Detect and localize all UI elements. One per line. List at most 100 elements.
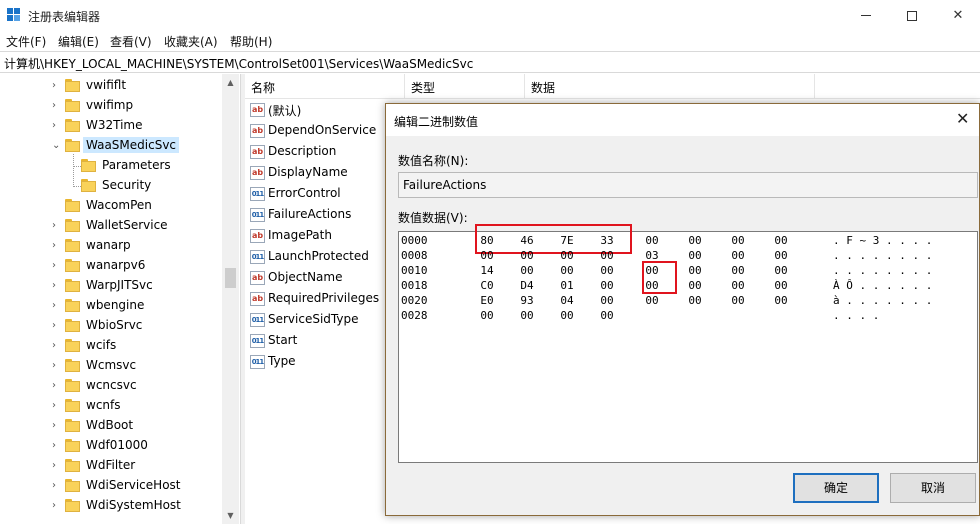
hex-byte[interactable]: 00	[770, 264, 792, 277]
hex-byte[interactable]: 93	[516, 294, 538, 307]
chevron-right-icon[interactable]: ›	[52, 240, 62, 252]
hex-byte[interactable]: 00	[684, 294, 706, 307]
list-item[interactable]: 011 LaunchProtected	[245, 247, 405, 268]
hex-row[interactable]: 0020 E0 93 04 00 00 00 00 00 à . . . . . . .	[399, 294, 977, 309]
hex-row[interactable]: 0000 80 46 7E 33 00 00 00 00. F ~ 3 . . . .	[399, 234, 977, 249]
list-item[interactable]: 011 ServiceSidType	[245, 310, 405, 331]
tree-item[interactable]: › vwififlt	[0, 76, 222, 96]
hex-byte[interactable]: 00	[516, 264, 538, 277]
address-path[interactable]: 计算机\HKEY_LOCAL_MACHINE\SYSTEM\ControlSet…	[4, 55, 473, 72]
menu-help[interactable]: 帮助(H)	[230, 33, 272, 50]
chevron-right-icon[interactable]: ›	[52, 100, 62, 112]
hex-byte[interactable]: 00	[476, 249, 498, 262]
hex-byte[interactable]: 00	[641, 294, 663, 307]
chevron-right-icon[interactable]: ›	[52, 120, 62, 132]
hex-byte[interactable]: 00	[596, 279, 618, 292]
hex-byte[interactable]: 00	[727, 294, 749, 307]
hex-byte[interactable]: 00	[641, 264, 663, 277]
chevron-down-icon[interactable]: ⌄	[52, 140, 62, 152]
column-type[interactable]: 类型	[405, 74, 525, 99]
hex-byte[interactable]: E0	[476, 294, 498, 307]
hex-byte[interactable]: 00	[727, 249, 749, 262]
hex-byte[interactable]: 00	[770, 279, 792, 292]
hex-byte[interactable]: 00	[556, 264, 578, 277]
menu-file[interactable]: 文件(F)	[6, 33, 46, 50]
hex-byte[interactable]: 04	[556, 294, 578, 307]
menu-edit[interactable]: 编辑(E)	[58, 33, 99, 50]
hex-byte[interactable]: 00	[516, 249, 538, 262]
hex-byte[interactable]: 00	[516, 309, 538, 322]
cancel-button[interactable]: 取消	[890, 473, 976, 503]
hex-byte[interactable]: 00	[641, 234, 663, 247]
list-item[interactable]: ab RequiredPrivileges	[245, 289, 405, 310]
tree-item[interactable]: › W32Time	[0, 116, 222, 136]
tree-item[interactable]: › WdiSystemHost	[0, 496, 222, 516]
list-item[interactable]: ab Description	[245, 142, 405, 163]
minimize-button[interactable]	[843, 0, 889, 31]
chevron-right-icon[interactable]: ›	[52, 320, 62, 332]
scroll-down-icon[interactable]: ▼	[222, 507, 239, 524]
hex-byte[interactable]: 00	[770, 234, 792, 247]
hex-byte[interactable]: 00	[770, 294, 792, 307]
hex-byte[interactable]: 00	[727, 279, 749, 292]
scroll-up-icon[interactable]: ▲	[222, 74, 239, 91]
hex-byte[interactable]: 00	[556, 249, 578, 262]
chevron-right-icon[interactable]: ›	[52, 300, 62, 312]
chevron-right-icon[interactable]: ›	[52, 400, 62, 412]
tree-item[interactable]: Parameters	[0, 156, 222, 176]
tree-item[interactable]: › vwifimp	[0, 96, 222, 116]
hex-byte[interactable]: 00	[596, 294, 618, 307]
hex-row[interactable]: 0028 00 00 00 00 . . . .	[399, 309, 977, 324]
hex-byte[interactable]: 33	[596, 234, 618, 247]
tree-item[interactable]: WacomPen	[0, 196, 222, 216]
list-item[interactable]: 011 FailureActions	[245, 205, 405, 226]
tree-item[interactable]: › WdFilter	[0, 456, 222, 476]
hex-byte[interactable]: 00	[727, 264, 749, 277]
hex-byte[interactable]: 00	[596, 264, 618, 277]
hex-byte[interactable]: 00	[770, 249, 792, 262]
tree-item[interactable]: › WalletService	[0, 216, 222, 236]
maximize-button[interactable]	[889, 0, 935, 31]
chevron-right-icon[interactable]: ›	[52, 480, 62, 492]
tree-item[interactable]: › wcnfs	[0, 396, 222, 416]
hex-editor[interactable]: 0000 80 46 7E 33 00 00 00 00. F ~ 3 . . . . 0008 0…	[398, 224, 978, 463]
tree-item[interactable]: › WarpJITSvc	[0, 276, 222, 296]
chevron-right-icon[interactable]: ›	[52, 440, 62, 452]
chevron-right-icon[interactable]: ›	[52, 340, 62, 352]
list-item[interactable]: ab ImagePath	[245, 226, 405, 247]
list-item[interactable]: ab (默认)	[245, 100, 405, 121]
chevron-right-icon[interactable]: ›	[52, 260, 62, 272]
list-item[interactable]: 011 ErrorControl	[245, 184, 405, 205]
column-data[interactable]: 数据	[525, 74, 815, 99]
column-name[interactable]: 名称	[245, 74, 405, 99]
dialog-close-icon[interactable]: ✕	[956, 109, 969, 128]
tree-item[interactable]: ⌄ WaaSMedicSvc	[0, 136, 222, 156]
tree-item[interactable]: › WbioSrvc	[0, 316, 222, 336]
hex-byte[interactable]: 00	[596, 309, 618, 322]
hex-byte[interactable]: 80	[476, 234, 498, 247]
hex-byte[interactable]: 01	[556, 279, 578, 292]
tree-item[interactable]: › Wcmsvc	[0, 356, 222, 376]
hex-byte[interactable]: 00	[684, 249, 706, 262]
chevron-right-icon[interactable]: ›	[52, 80, 62, 92]
tree-pane[interactable]: › vwififlt › vwifimp › W32Time ⌄ WaaSMedicSvc Pa…	[0, 74, 240, 524]
hex-byte[interactable]: 00	[641, 279, 663, 292]
hex-row[interactable]: 0018 C0 D4 01 00 00 00 00 00 À Ô . . . . . .	[399, 279, 977, 294]
hex-byte[interactable]: D4	[516, 279, 538, 292]
chevron-right-icon[interactable]: ›	[52, 420, 62, 432]
chevron-right-icon[interactable]: ›	[52, 220, 62, 232]
hex-byte[interactable]: C0	[476, 279, 498, 292]
tree-item[interactable]: › WdBoot	[0, 416, 222, 436]
hex-byte[interactable]: 7E	[556, 234, 578, 247]
chevron-right-icon[interactable]: ›	[52, 280, 62, 292]
hex-byte[interactable]: 46	[516, 234, 538, 247]
tree-item[interactable]: › wanarpv6	[0, 256, 222, 276]
chevron-right-icon[interactable]: ›	[52, 360, 62, 372]
hex-byte[interactable]: 00	[476, 309, 498, 322]
chevron-right-icon[interactable]: ›	[52, 380, 62, 392]
hex-byte[interactable]: 03	[641, 249, 663, 262]
ok-button[interactable]: 确定	[793, 473, 879, 503]
hex-byte[interactable]: 00	[684, 264, 706, 277]
scroll-thumb[interactable]	[225, 268, 236, 288]
hex-byte[interactable]: 00	[684, 234, 706, 247]
